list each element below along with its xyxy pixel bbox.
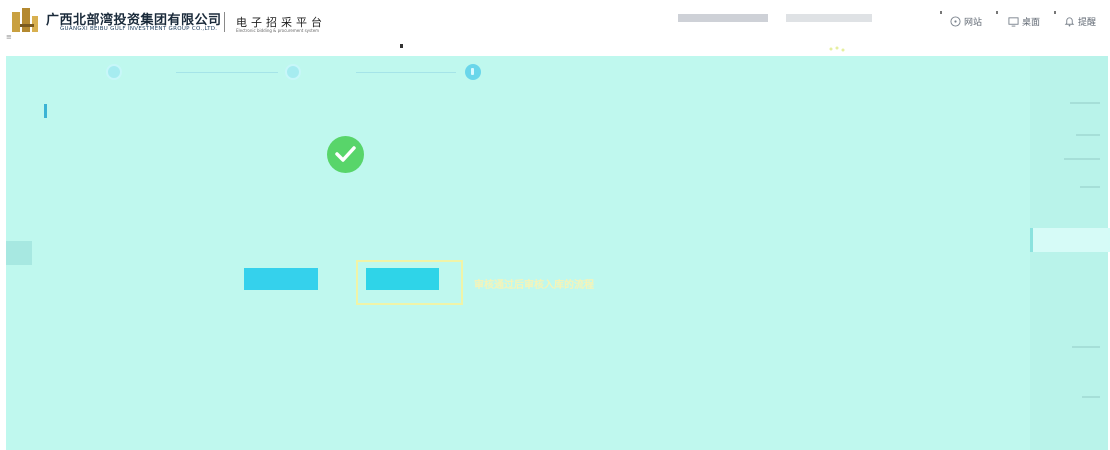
desktop-link-label: 桌面 [1022,17,1041,28]
right-sidebar [1030,56,1108,450]
next-step-button[interactable] [366,268,439,290]
company-logo-icon [12,8,38,32]
corner-mark: ≡ [6,33,12,41]
separator-mark [996,11,998,14]
stray-mark [400,44,403,48]
step-connector-1 [176,72,278,73]
success-title [328,195,364,205]
desktop-link[interactable]: 桌面 [1008,14,1040,28]
success-description [118,222,584,232]
main-panel [6,56,1108,450]
step-1-dot [106,64,122,80]
website-link[interactable]: 网站 [950,14,982,28]
monitor-icon [1008,16,1019,27]
platform-subtitle: Electronic bidding & procurement system [236,28,320,33]
bell-icon [1064,16,1075,26]
separator-mark [1054,11,1056,14]
step-3-dot [465,64,481,80]
sidebar-item-active[interactable] [1030,228,1110,252]
globe-icon [950,15,961,27]
reminder-link-label: 提醒 [1078,17,1097,28]
separator-mark [940,11,942,14]
annotation-text: 审核通过后审核入库的流程 [474,280,594,291]
left-collapse-tab[interactable] [6,241,32,265]
sidebar-line [1070,102,1100,104]
sidebar-line [1076,134,1100,136]
sidebar-line [1082,396,1100,398]
website-link-label: 网站 [964,17,983,28]
sidebar-line [1064,158,1100,160]
decorative-dots [829,46,845,52]
check-circle-icon [327,136,364,173]
section-marker [44,104,47,118]
back-button[interactable] [244,268,318,290]
company-name-en: GUANGXI BEIBU GULF INVESTMENT GROUP CO.,… [60,26,218,32]
header-divider [224,12,225,32]
top-header: 广西北部湾投资集团有限公司 GUANGXI BEIBU GULF INVESTM… [0,0,1110,40]
sidebar-line [1072,346,1100,348]
reminder-link[interactable]: 提醒 [1064,14,1096,28]
sidebar-line [1080,186,1100,188]
redacted-user-info [678,14,768,22]
redacted-user-info-2 [786,14,872,22]
step-2-dot [285,64,301,80]
step-connector-2 [356,72,456,73]
